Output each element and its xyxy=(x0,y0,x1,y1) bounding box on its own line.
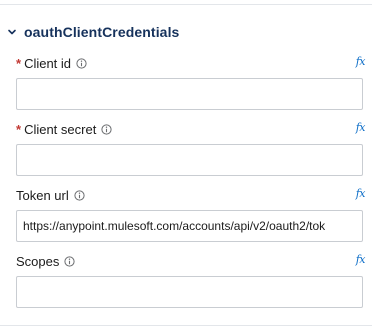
field-client-id: * Client id 𝑓x xyxy=(16,54,366,110)
fx-expression-icon[interactable]: 𝑓x xyxy=(356,55,366,68)
scopes-label: Scopes xyxy=(16,253,60,269)
fx-expression-icon[interactable]: 𝑓x xyxy=(356,253,366,266)
required-marker: * xyxy=(16,55,22,71)
client-secret-label: Client secret xyxy=(24,121,97,137)
token-url-label: Token url xyxy=(16,187,69,203)
field-label-row: * Client id 𝑓x xyxy=(16,54,366,72)
field-token-url: Token url 𝑓x xyxy=(16,186,366,242)
info-icon[interactable] xyxy=(76,57,87,69)
client-id-input[interactable] xyxy=(16,78,363,110)
field-label-row: Scopes 𝑓x xyxy=(16,252,366,270)
info-icon[interactable] xyxy=(64,255,75,267)
client-id-label: Client id xyxy=(24,55,72,71)
field-scopes: Scopes 𝑓x xyxy=(16,252,366,308)
field-client-secret: * Client secret 𝑓x xyxy=(16,120,366,176)
top-divider xyxy=(0,4,372,5)
info-icon[interactable] xyxy=(74,189,85,201)
section-title: oauthClientCredentials xyxy=(24,24,180,40)
bottom-divider xyxy=(0,325,372,326)
field-label-row: * Client secret 𝑓x xyxy=(16,120,366,138)
section-header-oauth[interactable]: oauthClientCredentials xyxy=(6,21,179,43)
chevron-down-icon[interactable] xyxy=(6,26,18,38)
fx-expression-icon[interactable]: 𝑓x xyxy=(356,121,366,134)
field-label-row: Token url 𝑓x xyxy=(16,186,366,204)
fx-expression-icon[interactable]: 𝑓x xyxy=(356,187,366,200)
token-url-input[interactable] xyxy=(16,210,363,242)
info-icon[interactable] xyxy=(101,123,112,135)
scopes-input[interactable] xyxy=(16,276,363,308)
required-marker: * xyxy=(16,121,22,137)
client-secret-input[interactable] xyxy=(16,144,363,176)
